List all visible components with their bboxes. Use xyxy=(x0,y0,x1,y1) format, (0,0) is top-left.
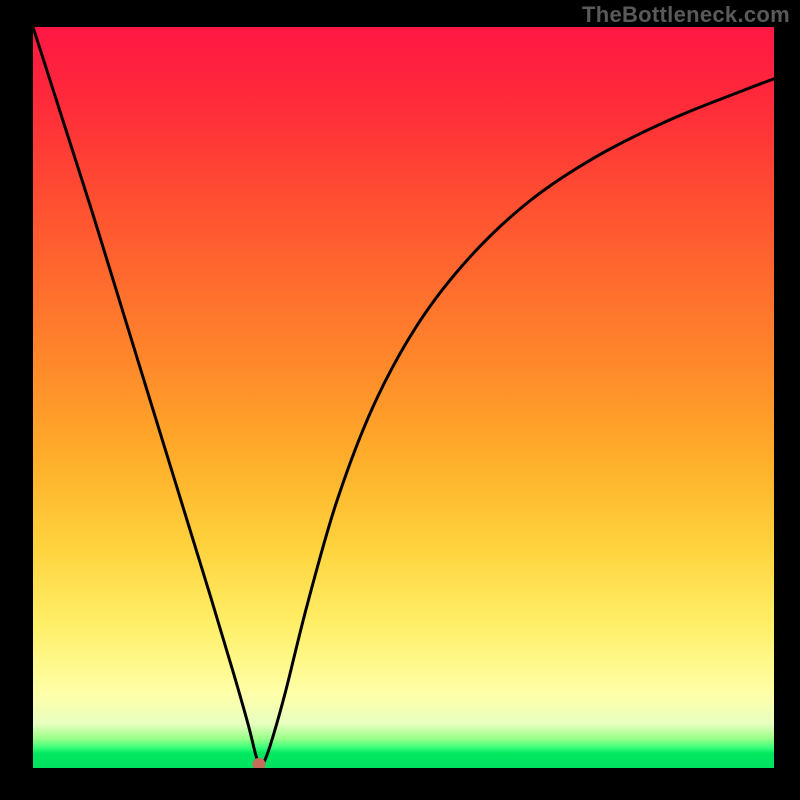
optimum-point-marker xyxy=(253,758,265,768)
bottleneck-chart xyxy=(31,25,776,770)
watermark-text: TheBottleneck.com xyxy=(582,2,790,28)
chart-curve-layer xyxy=(33,27,774,768)
bottleneck-curve-line xyxy=(33,27,774,766)
